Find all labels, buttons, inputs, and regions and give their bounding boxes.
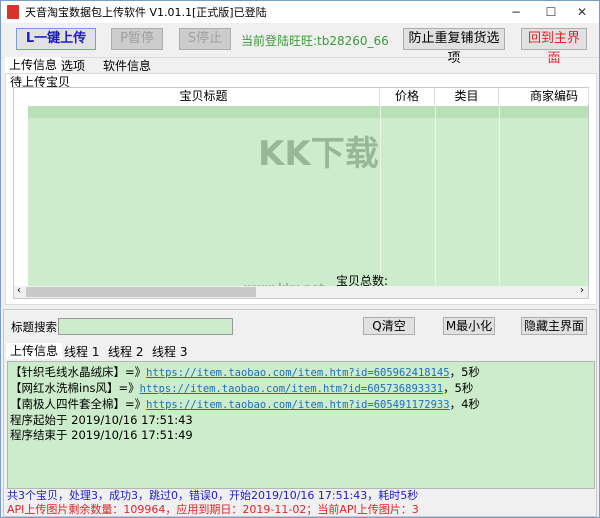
items-table: 宝贝标题 价格 类目 商家编码 KK下载 宝贝总数: www.kkx.net ‹…: [13, 87, 589, 299]
horizontal-scrollbar[interactable]: ‹ ›: [14, 285, 588, 298]
stop-button[interactable]: S停止: [179, 28, 231, 50]
tab-upload-info[interactable]: 上传信息: [5, 57, 62, 73]
log-start: 程序起始于 2019/10/16 17:51:43: [10, 413, 193, 427]
tab-thread-2[interactable]: 线程 2: [104, 344, 147, 360]
log-area[interactable]: 【针织毛线水晶绒床】=》https://item.taobao.com/item…: [7, 361, 595, 489]
scroll-left-icon[interactable]: ‹: [17, 285, 21, 296]
tab-thread-3[interactable]: 线程 3: [148, 344, 191, 360]
home-button[interactable]: 回到主界面: [521, 28, 587, 66]
window-title: 天音淘宝数据包上传软件 V1.01.1[正式版]已登陆: [25, 6, 267, 19]
item-link[interactable]: https://item.taobao.com/item.htm?id=6057…: [140, 383, 443, 395]
clear-button[interactable]: Q清空: [363, 317, 415, 335]
app-icon: [7, 5, 19, 19]
tab-log-upload-info[interactable]: 上传信息: [6, 343, 63, 359]
login-status: 当前登陆旺旺:tb28260_66: [241, 34, 389, 48]
tab-software-info[interactable]: 软件信息: [99, 58, 155, 74]
divider: [1, 57, 599, 58]
pause-button[interactable]: P暂停: [111, 28, 163, 50]
log-line: 【南极人四件套全棉】=》https://item.taobao.com/item…: [10, 397, 480, 411]
search-label: 标题搜索: [11, 320, 57, 334]
search-input[interactable]: [58, 318, 233, 335]
minimize-button[interactable]: −: [501, 3, 531, 21]
log-line: 【网红水洗棉ins风】=》https://item.taobao.com/ite…: [10, 381, 474, 395]
api-status: API上传图片剩余数量：109964，应用到期日：2019-11-02；当前AP…: [7, 503, 419, 516]
scroll-right-icon[interactable]: ›: [580, 285, 584, 296]
log-line: 【针织毛线水晶绒床】=》https://item.taobao.com/item…: [10, 365, 480, 379]
column-header-price[interactable]: 价格: [380, 88, 435, 105]
column-header-merchant-code[interactable]: 商家编码: [499, 88, 589, 105]
maximize-button[interactable]: ☐: [536, 3, 566, 21]
item-link[interactable]: https://item.taobao.com/item.htm?id=6054…: [146, 399, 449, 411]
column-header-category[interactable]: 类目: [435, 88, 499, 105]
upload-button[interactable]: L一键上传: [16, 28, 96, 50]
close-button[interactable]: ✕: [567, 3, 597, 21]
log-end: 程序结束于 2019/10/16 17:51:49: [10, 428, 193, 442]
table-row[interactable]: [28, 106, 588, 118]
tab-thread-1[interactable]: 线程 1: [60, 344, 103, 360]
minimize-app-button[interactable]: M最小化: [443, 317, 495, 335]
table-body: KK下载 宝贝总数:: [28, 106, 588, 288]
dedupe-options-button[interactable]: 防止重复铺货选项: [403, 28, 505, 66]
scrollbar-thumb[interactable]: [26, 287, 256, 297]
watermark-logo: KK下载: [258, 134, 379, 174]
hide-main-button[interactable]: 隐藏主界面: [521, 317, 587, 335]
column-header-title[interactable]: 宝贝标题: [28, 88, 380, 105]
item-link[interactable]: https://item.taobao.com/item.htm?id=6059…: [146, 367, 449, 379]
title-bar: 天音淘宝数据包上传软件 V1.01.1[正式版]已登陆 − ☐ ✕: [1, 1, 599, 23]
tab-options[interactable]: 选项: [57, 58, 89, 74]
